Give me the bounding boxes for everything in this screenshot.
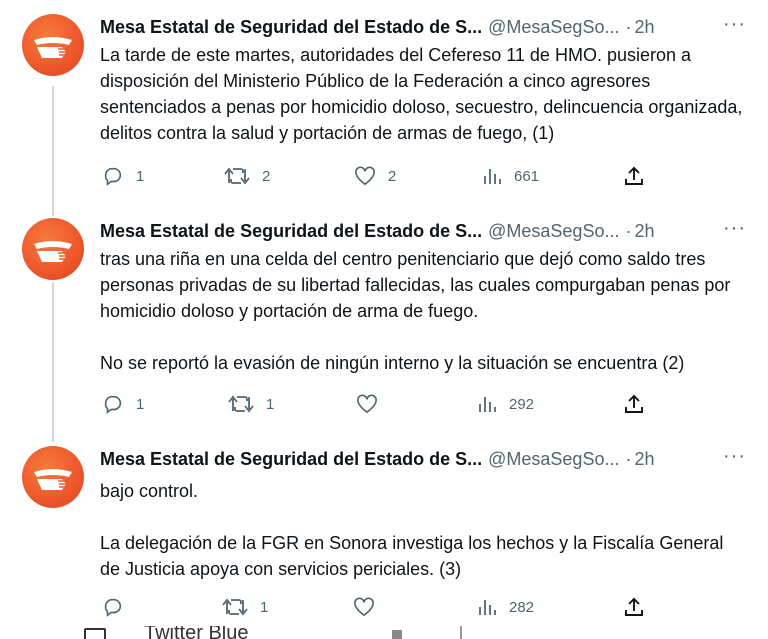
author-name[interactable]: Mesa Estatal de Seguridad del Estado de … xyxy=(100,221,482,241)
separator-dot: · xyxy=(625,449,632,469)
tweet[interactable]: Mesa Estatal de Seguridad del Estado de … xyxy=(0,442,760,626)
share-button[interactable] xyxy=(624,592,644,622)
retweet-button[interactable]: 1 xyxy=(222,592,268,622)
views-button[interactable]: 292 xyxy=(477,389,534,419)
like-icon xyxy=(357,394,377,414)
retweet-icon xyxy=(228,395,254,413)
views-button[interactable]: 282 xyxy=(477,592,534,622)
avatar[interactable] xyxy=(22,218,84,280)
avatar[interactable] xyxy=(22,446,84,508)
reply-button[interactable]: 1 xyxy=(102,389,144,419)
retweet-button[interactable]: 2 xyxy=(224,161,270,191)
share-icon xyxy=(625,597,643,616)
views-count: 661 xyxy=(514,167,540,185)
retweet-count: 1 xyxy=(260,598,269,616)
like-button[interactable]: 2 xyxy=(354,161,396,191)
share-button[interactable] xyxy=(624,161,644,191)
timestamp[interactable]: 2h xyxy=(634,221,654,241)
author-name[interactable]: Mesa Estatal de Seguridad del Estado de … xyxy=(100,17,482,37)
reply-button[interactable] xyxy=(102,592,136,622)
share-icon xyxy=(625,394,643,413)
retweet-button[interactable]: 1 xyxy=(228,389,274,419)
bottom-sidebar-partial: Twitter Blue xyxy=(0,626,768,639)
avatar[interactable] xyxy=(22,14,84,76)
separator-dot: · xyxy=(625,221,632,241)
twitter-blue-label[interactable]: Twitter Blue xyxy=(144,626,248,639)
tweet-actions: 1 2 2 661 xyxy=(100,161,660,191)
hands-logo-icon xyxy=(34,241,72,262)
tweet[interactable]: Mesa Estatal de Seguridad del Estado de … xyxy=(0,0,760,210)
square-icon xyxy=(392,630,402,639)
retweet-count: 1 xyxy=(266,395,275,413)
tweet-text: tras una riña en una celda del centro pe… xyxy=(100,249,731,373)
retweet-count: 2 xyxy=(262,167,271,185)
like-button[interactable] xyxy=(353,592,387,622)
author-handle[interactable]: @MesaSegSo... xyxy=(488,449,619,469)
like-icon xyxy=(354,597,374,617)
tweet-text: bajo control. La delegación de la FGR en… xyxy=(100,481,724,579)
reply-icon xyxy=(104,395,122,414)
retweet-icon xyxy=(222,598,248,616)
more-icon[interactable]: ··· xyxy=(723,215,746,241)
tweet-header: Mesa Estatal de Seguridad del Estado de … xyxy=(100,215,748,244)
like-button[interactable] xyxy=(356,389,390,419)
author-name[interactable]: Mesa Estatal de Seguridad del Estado de … xyxy=(100,449,482,469)
tweet-actions: 1 1 292 xyxy=(100,389,660,419)
tweet-actions: 1 282 xyxy=(100,592,660,622)
share-icon xyxy=(625,166,643,185)
views-button[interactable]: 661 xyxy=(482,161,539,191)
like-icon xyxy=(355,166,375,186)
reply-count: 1 xyxy=(136,395,145,413)
reply-icon xyxy=(104,598,122,617)
timestamp[interactable]: 2h xyxy=(634,449,654,469)
views-count: 282 xyxy=(509,598,535,616)
tweet-header: Mesa Estatal de Seguridad del Estado de … xyxy=(100,443,748,472)
like-count: 2 xyxy=(388,167,397,185)
author-handle[interactable]: @MesaSegSo... xyxy=(488,17,619,37)
tweet-text: La tarde de este martes, autoridades del… xyxy=(100,45,743,143)
timeline: Mesa Estatal de Seguridad del Estado de … xyxy=(0,0,760,639)
reply-count: 1 xyxy=(136,167,145,185)
tweet[interactable]: Mesa Estatal de Seguridad del Estado de … xyxy=(0,210,760,442)
separator-dot: · xyxy=(625,17,632,37)
reply-icon xyxy=(104,167,122,186)
views-icon xyxy=(479,600,496,615)
views-icon xyxy=(479,397,496,412)
reply-button[interactable]: 1 xyxy=(102,161,144,191)
timestamp[interactable]: 2h xyxy=(634,17,654,37)
retweet-icon xyxy=(224,167,250,185)
hands-logo-icon xyxy=(34,37,72,58)
more-icon[interactable]: ··· xyxy=(723,443,746,469)
tweet-header: Mesa Estatal de Seguridad del Estado de … xyxy=(100,11,748,40)
author-handle[interactable]: @MesaSegSo... xyxy=(488,221,619,241)
divider xyxy=(460,626,462,639)
twitter-blue-icon xyxy=(84,628,106,639)
hands-logo-icon xyxy=(34,469,72,490)
views-icon xyxy=(484,169,501,184)
share-button[interactable] xyxy=(624,389,644,419)
more-icon[interactable]: ··· xyxy=(723,11,746,37)
views-count: 292 xyxy=(509,395,535,413)
